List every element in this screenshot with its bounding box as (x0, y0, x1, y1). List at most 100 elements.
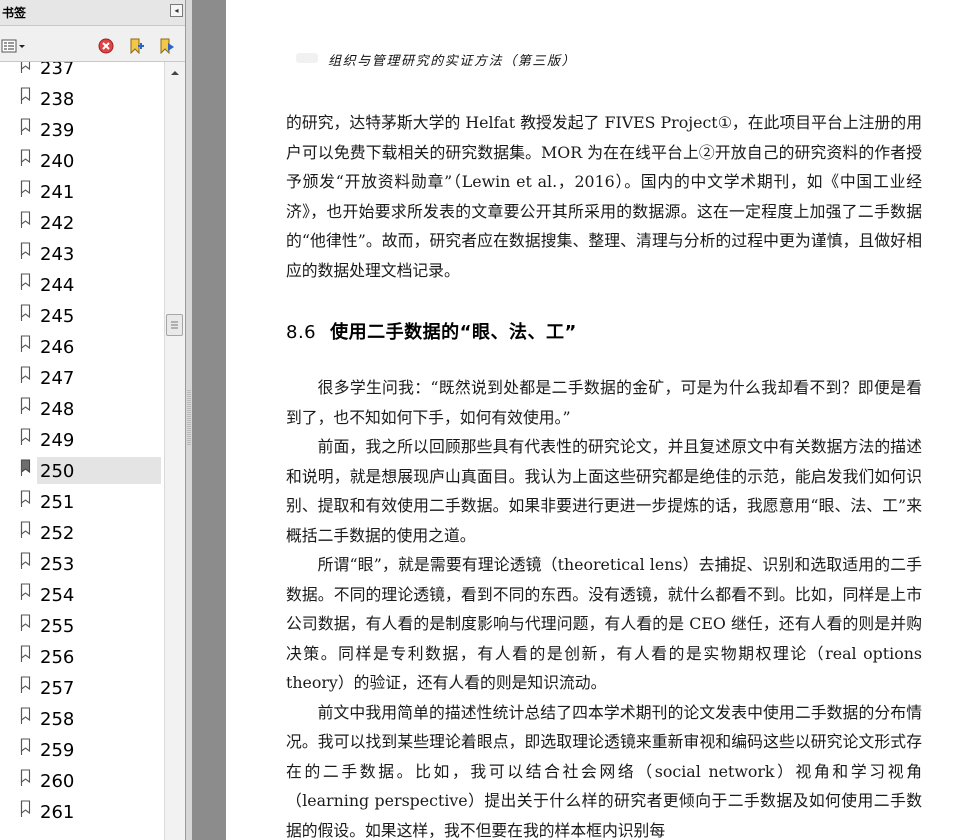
paragraph: 所谓“眼”，就是需要有理论透镜（theoretical lens）去捕捉、识别和… (286, 555, 922, 692)
bookmark-label: 247 (40, 368, 75, 389)
grip-icon (171, 321, 178, 329)
paragraph: 前文中我用简单的描述性统计总结了四本学术期刊的论文发表中使用二手数据的分布情况。… (286, 702, 922, 840)
running-head: 组织与管理研究的实证方法（第三版） (328, 54, 577, 69)
bookmark-icon (20, 335, 31, 352)
bookmark-item[interactable]: 253 (0, 550, 164, 578)
bookmark-icon (20, 304, 31, 321)
bookmark-label: 258 (40, 709, 75, 730)
scrollbar-thumb[interactable] (166, 314, 183, 336)
bookmark-label: 245 (40, 306, 75, 327)
new-bookmark-icon[interactable] (128, 38, 146, 54)
bookmarks-toolbar (0, 26, 185, 62)
bookmark-item[interactable]: 250 (0, 457, 164, 485)
bookmark-item[interactable]: 249 (0, 426, 164, 454)
bookmark-label: 241 (40, 182, 75, 203)
bookmark-label: 260 (40, 771, 75, 792)
bookmark-label: 261 (40, 802, 75, 823)
bookmark-label: 255 (40, 616, 75, 637)
bookmark-icon (20, 583, 31, 600)
bookmark-label: 253 (40, 554, 75, 575)
bookmark-icon (20, 242, 31, 259)
bookmark-icon (20, 614, 31, 631)
bookmark-item[interactable]: 252 (0, 519, 164, 547)
bookmark-icon (20, 676, 31, 693)
bookmark-item[interactable]: 241 (0, 178, 164, 206)
bookmark-icon (20, 87, 31, 104)
section-title: 使用二手数据的“眼、法、工” (330, 322, 577, 343)
text-block: 的研究，达特茅斯大学的 Helfat 教授发起了 FIVES Project①，… (286, 108, 922, 285)
bookmark-label: 244 (40, 275, 75, 296)
bookmarks-scrollbar[interactable] (164, 62, 185, 840)
bookmark-item[interactable]: 261 (0, 798, 164, 826)
chevron-left-icon: ◂ (174, 6, 179, 15)
collapse-panel-button[interactable]: ◂ (170, 4, 183, 17)
bookmark-label: 249 (40, 430, 75, 451)
bookmark-item[interactable]: 244 (0, 271, 164, 299)
bookmark-icon (20, 707, 31, 724)
bookmark-icon (20, 645, 31, 662)
bookmark-label: 239 (40, 120, 75, 141)
delete-icon[interactable] (98, 38, 114, 54)
bookmark-label: 250 (40, 461, 75, 482)
splitter-grip-icon (187, 390, 191, 446)
bookmark-item[interactable]: 248 (0, 395, 164, 423)
text-block: 很多学生问我：“既然说到处都是二手数据的金矿，可是为什么我却看不到？即便是看到了… (286, 373, 922, 840)
bookmark-icon (20, 552, 31, 569)
bookmark-icon (20, 149, 31, 166)
bookmark-label: 237 (40, 62, 75, 79)
bookmark-label: 238 (40, 89, 75, 110)
bookmark-label: 243 (40, 244, 75, 265)
bookmarks-header: 书签 ◂ (0, 0, 185, 26)
bookmark-item[interactable]: 237 (0, 62, 164, 82)
paragraph: 的研究，达特茅斯大学的 Helfat 教授发起了 FIVES Project①，… (286, 113, 922, 280)
bookmark-label: 251 (40, 492, 75, 513)
pdf-page: 组织与管理研究的实证方法（第三版） 的研究，达特茅斯大学的 Helfat 教授发… (226, 0, 967, 840)
bookmark-item[interactable]: 256 (0, 643, 164, 671)
bookmark-icon (20, 428, 31, 445)
bookmarks-panel: 书签 ◂ 237 238 239 240 241 242 243 244 245 246 247 24… (0, 0, 186, 840)
expand-bookmark-icon[interactable] (158, 38, 176, 54)
bookmark-item[interactable]: 254 (0, 581, 164, 609)
bookmark-label: 259 (40, 740, 75, 761)
bookmark-label: 257 (40, 678, 75, 699)
bookmarks-title: 书签 (2, 6, 27, 20)
bookmark-icon (20, 180, 31, 197)
bookmark-item[interactable]: 246 (0, 333, 164, 361)
bookmark-label: 254 (40, 585, 75, 606)
bookmark-icon (20, 273, 31, 290)
bookmark-icon (20, 62, 31, 73)
bookmark-icon (20, 521, 31, 538)
bookmark-item[interactable]: 240 (0, 147, 164, 175)
bookmark-icon (20, 366, 31, 383)
bookmark-label: 242 (40, 213, 75, 234)
bookmark-item[interactable]: 239 (0, 116, 164, 144)
bookmark-icon (20, 738, 31, 755)
bookmark-icon (20, 459, 31, 476)
bookmark-list: 237 238 239 240 241 242 243 244 245 246 247 248 249 2… (0, 62, 164, 840)
bookmark-item[interactable]: 238 (0, 85, 164, 113)
bookmark-label: 246 (40, 337, 75, 358)
bookmark-icon (20, 769, 31, 786)
scroll-up-arrow-icon[interactable] (168, 68, 182, 78)
bookmark-item[interactable]: 247 (0, 364, 164, 392)
bookmark-item[interactable]: 243 (0, 240, 164, 268)
bookmark-icon (20, 490, 31, 507)
bookmark-item[interactable]: 255 (0, 612, 164, 640)
bookmark-icon (20, 800, 31, 817)
bookmark-label: 248 (40, 399, 75, 420)
bookmark-item[interactable]: 257 (0, 674, 164, 702)
bookmark-item[interactable]: 260 (0, 767, 164, 795)
section-heading: 8.6 使用二手数据的“眼、法、工” (286, 318, 577, 344)
bookmark-item[interactable]: 259 (0, 736, 164, 764)
bookmark-item[interactable]: 242 (0, 209, 164, 237)
bookmark-label: 252 (40, 523, 75, 544)
bookmark-label: 240 (40, 151, 75, 172)
bookmark-item[interactable]: 251 (0, 488, 164, 516)
document-viewport[interactable]: 组织与管理研究的实证方法（第三版） 的研究，达特茅斯大学的 Helfat 教授发… (192, 0, 967, 840)
bookmark-icon (20, 118, 31, 135)
bookmark-item[interactable]: 258 (0, 705, 164, 733)
bookmark-item[interactable]: 245 (0, 302, 164, 330)
paragraph: 很多学生问我：“既然说到处都是二手数据的金矿，可是为什么我却看不到？即便是看到了… (286, 378, 922, 427)
bookmark-options-icon[interactable] (1, 38, 27, 54)
bookmark-icon (20, 211, 31, 228)
